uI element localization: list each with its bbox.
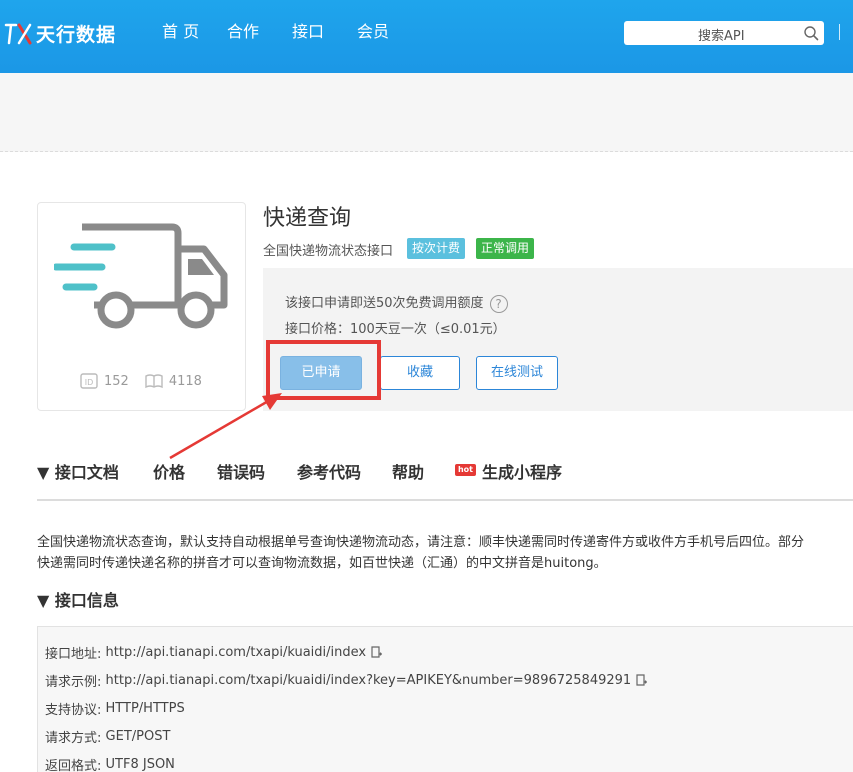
api-row-endpoint: 接口地址: http://api.tianapi.com/txapi/kuaid… — [45, 643, 383, 662]
price-line: 接口价格：100天豆一次（≤0.01元） — [285, 322, 506, 337]
billing-badge: 按次计费 — [407, 238, 466, 259]
api-row-label: 请求示例: — [45, 675, 102, 690]
tab-price[interactable]: 价格 — [153, 459, 185, 483]
favorite-button[interactable]: 收藏 — [380, 356, 460, 390]
tab-mini-program[interactable]: 生成小程序 — [482, 459, 562, 483]
banner-area — [0, 73, 853, 152]
tab-help[interactable]: 帮助 — [392, 459, 424, 483]
api-row-protocol: 支持协议: HTTP/HTTPS — [45, 699, 185, 718]
stat-views: 4118 — [145, 373, 202, 389]
free-quota-text: 该接口申请即送50次免费调用额度 — [285, 296, 484, 311]
api-row-label: 请求方式: — [45, 731, 102, 746]
stat-id: ID 152 — [80, 373, 129, 389]
svg-text:ID: ID — [85, 378, 94, 387]
online-test-button[interactable]: 在线测试 — [476, 356, 558, 390]
api-row-label: 返回格式: — [45, 759, 102, 772]
id-icon: ID — [80, 373, 98, 389]
nav-item-cooperation[interactable]: 合作 — [227, 21, 292, 43]
tab-code[interactable]: 参考代码 — [297, 459, 361, 483]
stat-id-value: 152 — [104, 373, 129, 389]
api-info-box: 接口地址: http://api.tianapi.com/txapi/kuaid… — [37, 626, 853, 772]
hot-badge: hot — [455, 464, 476, 476]
search-input[interactable]: 搜索API — [624, 21, 824, 45]
api-row-value[interactable]: http://api.tianapi.com/txapi/kuaidi/inde… — [106, 673, 632, 688]
api-row-value[interactable]: http://api.tianapi.com/txapi/kuaidi/inde… — [106, 645, 367, 660]
api-row-value: GET/POST — [105, 729, 171, 744]
api-row-method: 请求方式: GET/POST — [45, 727, 170, 746]
nav-item-api[interactable]: 接口 — [292, 21, 357, 43]
main-nav: 首 页 合作 接口 会员 — [162, 21, 422, 43]
api-row-label: 支持协议: — [45, 703, 102, 718]
logo-text: 天行数据 — [36, 23, 117, 46]
header-divider — [839, 24, 840, 40]
product-image-card: ID 152 4118 — [37, 202, 246, 411]
api-row-value: HTTP/HTTPS — [105, 701, 185, 716]
api-row-label: 接口地址: — [45, 647, 102, 662]
section-title-api-info: ▼ 接口信息 — [37, 591, 119, 610]
tab-errors[interactable]: 错误码 — [217, 459, 265, 483]
copy-icon[interactable] — [635, 674, 648, 687]
copy-icon[interactable] — [370, 646, 383, 659]
site-logo[interactable]: 天行数据 — [4, 20, 116, 46]
page-title: 快递查询 — [263, 206, 352, 231]
search-placeholder: 搜索API — [698, 29, 745, 44]
doc-tabs: ▼ 接口文档 价格 错误码 参考代码 帮助 hot 生成小程序 — [37, 459, 853, 501]
top-header: 天行数据 首 页 合作 接口 会员 搜索API — [0, 0, 853, 73]
logo-mark-icon — [4, 23, 32, 45]
status-badge: 正常调用 — [476, 238, 535, 259]
nav-item-home[interactable]: 首 页 — [162, 21, 227, 43]
nav-item-membership[interactable]: 会员 — [357, 21, 422, 43]
description-line-2: 快递需同时传递快递名称的拼音才可以查询物流数据，如百世快递（汇通）的中文拼音是h… — [37, 556, 607, 571]
api-description: 全国快递物流状态查询，默认支持自动根据单号查询快递物流动态，请注意：顺丰快递需同… — [37, 532, 853, 574]
product-stats: ID 152 4118 — [80, 373, 218, 389]
product-subtitle: 全国快递物流状态接口 — [263, 244, 394, 259]
api-row-format: 返回格式: UTF8 JSON — [45, 755, 175, 772]
tab-docs[interactable]: ▼ 接口文档 — [37, 459, 119, 483]
annotation-highlight-box — [266, 340, 381, 400]
search-icon[interactable] — [803, 25, 819, 41]
truck-icon — [54, 223, 228, 329]
book-icon — [145, 374, 163, 389]
api-row-example: 请求示例: http://api.tianapi.com/txapi/kuaid… — [45, 671, 648, 690]
api-row-value: UTF8 JSON — [105, 757, 175, 772]
free-quota-line: 该接口申请即送50次免费调用额度? — [285, 292, 508, 313]
help-icon[interactable]: ? — [489, 294, 508, 313]
stat-views-value: 4118 — [168, 373, 202, 389]
description-line-1: 全国快递物流状态查询，默认支持自动根据单号查询快递物流动态，请注意：顺丰快递需同… — [37, 535, 805, 550]
